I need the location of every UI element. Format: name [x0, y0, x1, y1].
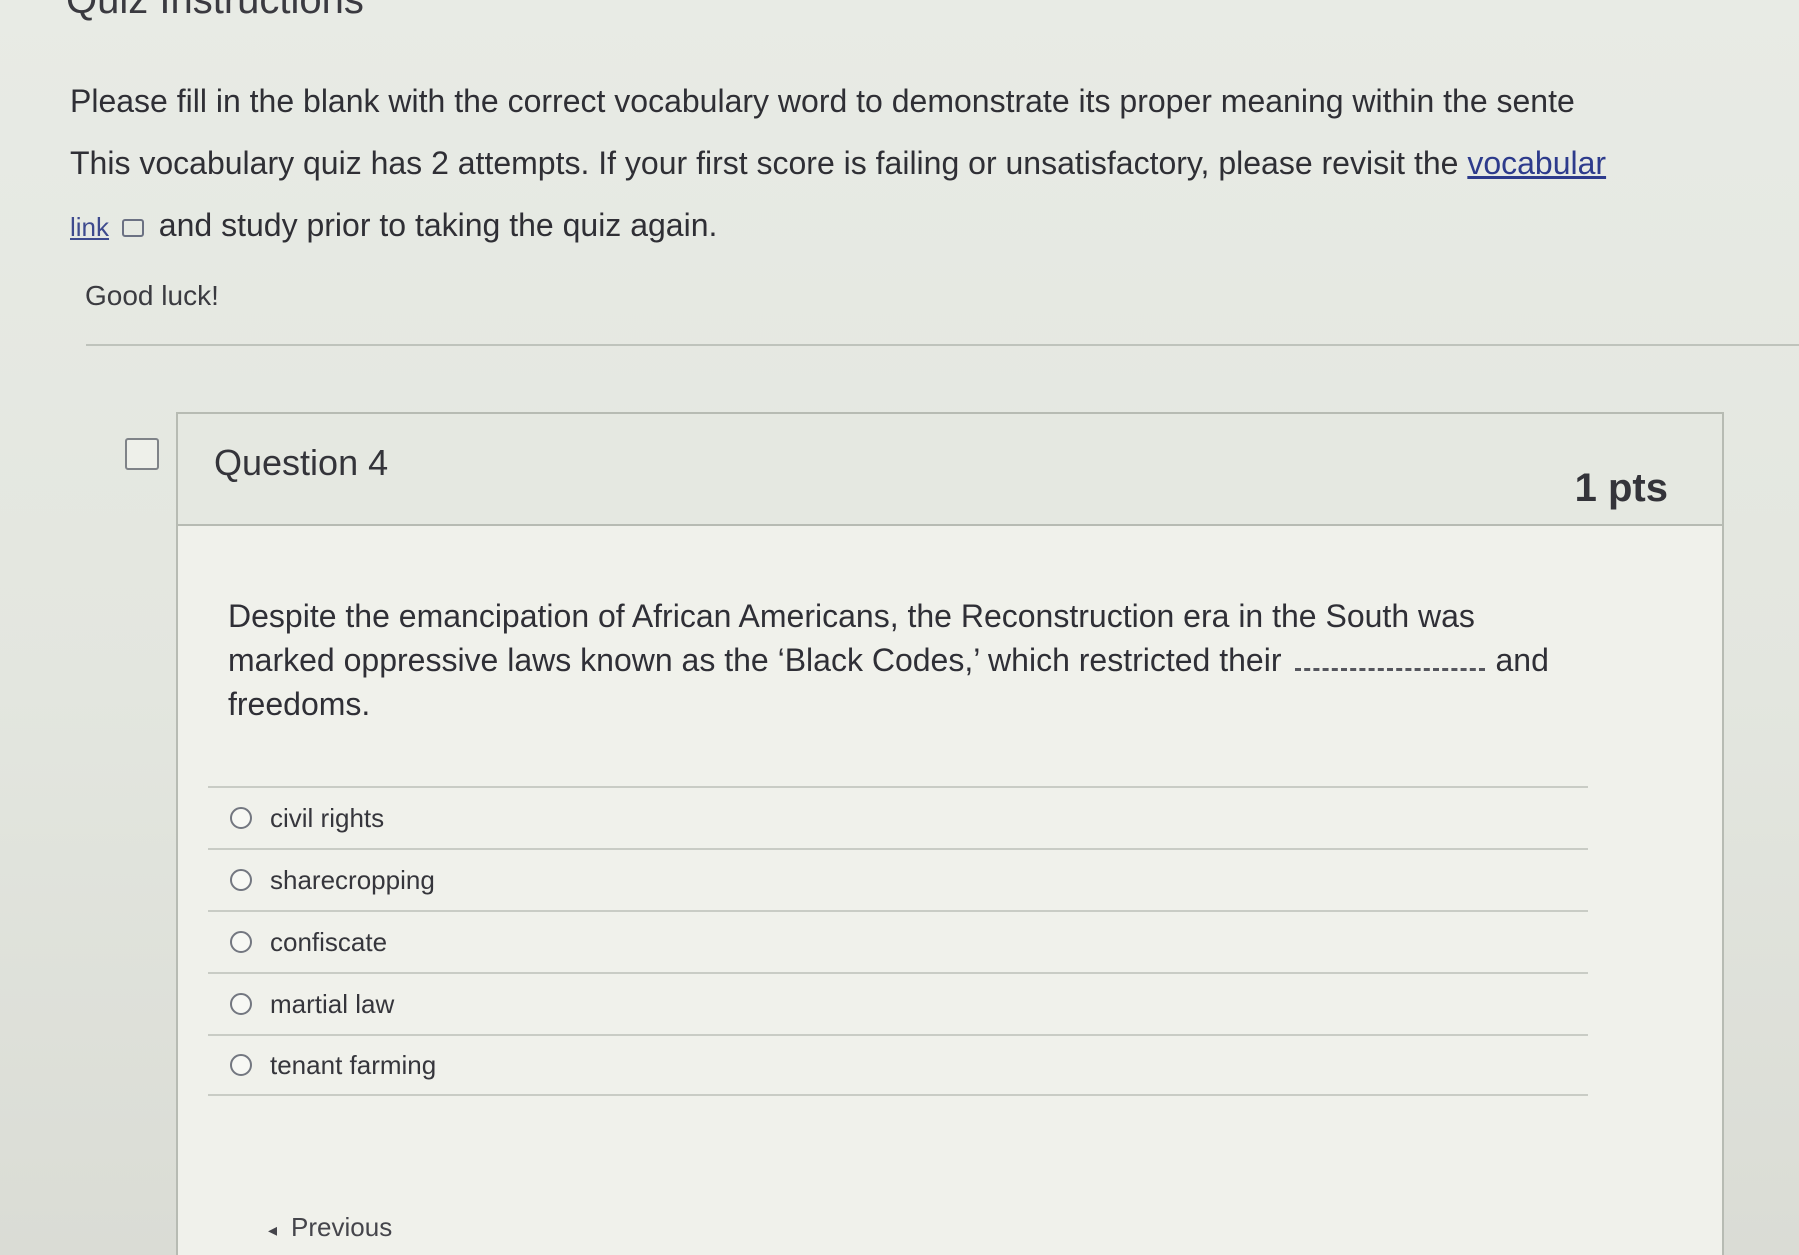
answer-list: civil rights sharecropping confiscate ma…: [208, 786, 1588, 1096]
answer-label[interactable]: sharecropping: [270, 865, 435, 896]
answer-option[interactable]: tenant farming: [208, 1034, 1588, 1096]
fill-blank: [1295, 667, 1486, 671]
question-card: Question 4 1 pts Despite the emancipatio…: [176, 412, 1724, 1255]
question-title: Question 4: [214, 442, 389, 483]
quiz-instructions: Please fill in the blank with the correc…: [70, 70, 1790, 258]
answer-option[interactable]: civil rights: [208, 786, 1588, 848]
quiz-page: Quiz Instructions Please fill in the bla…: [0, 0, 1799, 1255]
vocabulary-link-continuation[interactable]: link: [70, 212, 109, 242]
radio-icon[interactable]: [230, 931, 252, 953]
instructions-line-1: Please fill in the blank with the correc…: [70, 83, 1575, 119]
question-text: Despite the emancipation of African Amer…: [228, 594, 1648, 726]
instructions-line-3-text: and study prior to taking the quiz again…: [149, 207, 718, 243]
answer-label[interactable]: tenant farming: [270, 1050, 436, 1081]
radio-icon[interactable]: [230, 869, 252, 891]
question-text-line-3: freedoms.: [228, 686, 371, 722]
external-link-icon[interactable]: [121, 218, 144, 237]
question-text-line-1: Despite the emancipation of African Amer…: [228, 598, 1475, 634]
answer-option[interactable]: confiscate: [208, 910, 1588, 972]
good-luck-text: Good luck!: [85, 280, 219, 311]
section-divider: [86, 344, 1799, 346]
previous-button[interactable]: ◂ Previous: [268, 1212, 392, 1243]
answer-option[interactable]: martial law: [208, 972, 1588, 1034]
answer-label[interactable]: confiscate: [270, 927, 387, 958]
answer-label[interactable]: martial law: [270, 989, 394, 1020]
question-text-line-2: marked oppressive laws known as the ‘Bla…: [228, 638, 1648, 682]
question-points: 1 pts: [1574, 466, 1668, 510]
page-title: Quiz Instructions: [66, 0, 364, 22]
flag-icon[interactable]: [125, 438, 159, 470]
question-text-line-2-end: and: [1495, 642, 1549, 678]
radio-icon[interactable]: [230, 993, 252, 1015]
answer-option[interactable]: sharecropping: [208, 848, 1588, 910]
answer-label[interactable]: civil rights: [270, 803, 384, 834]
instructions-line-2-text: This vocabulary quiz has 2 attempts. If …: [70, 145, 1468, 181]
question-text-line-2-start: marked oppressive laws known as the ‘Bla…: [228, 642, 1282, 678]
instructions-line-2: This vocabulary quiz has 2 attempts. If …: [70, 132, 1790, 194]
instructions-line-3: link and study prior to taking the quiz …: [70, 194, 1790, 258]
radio-icon[interactable]: [230, 807, 252, 829]
radio-icon[interactable]: [230, 1054, 252, 1076]
question-header: Question 4 1 pts: [178, 414, 1722, 526]
vocabulary-link[interactable]: vocabular: [1467, 145, 1606, 181]
previous-label: Previous: [291, 1212, 393, 1242]
left-arrow-icon: ◂: [268, 1220, 278, 1240]
